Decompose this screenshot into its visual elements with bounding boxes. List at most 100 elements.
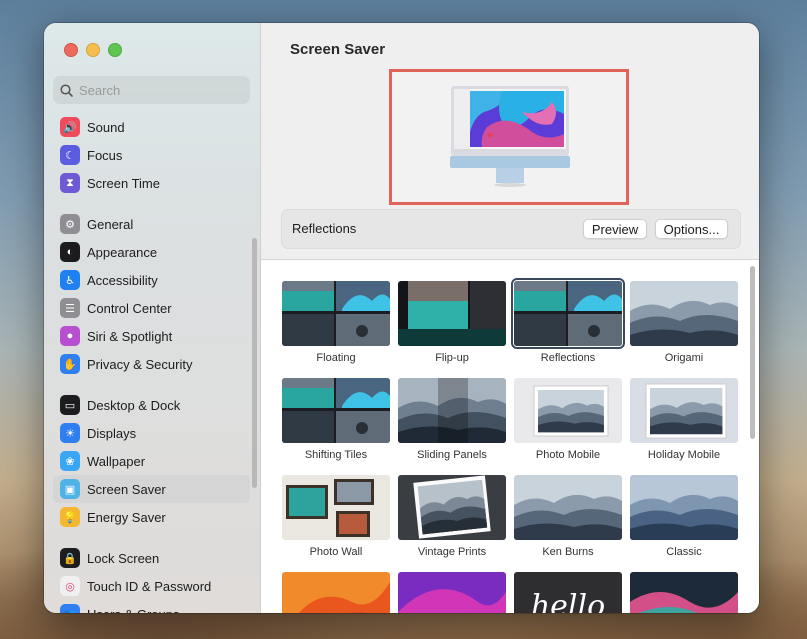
screen-saver-thumbnail-sliding-panels[interactable]	[398, 378, 506, 443]
page-title: Screen Saver	[290, 41, 386, 58]
screen-saver-thumbnail-hello[interactable]: hello	[514, 572, 622, 613]
sidebar-item-wallpaper[interactable]: ❀ Wallpaper	[53, 447, 250, 475]
screen-saver-thumbnail-classic[interactable]	[630, 475, 738, 540]
thumbnail-image	[398, 378, 506, 443]
screen-saver-thumbnail-reflections[interactable]	[511, 278, 625, 349]
screen-saver-thumbnail-photo-mobile[interactable]	[514, 378, 622, 443]
screen-saver-thumbnail-holiday-mobile[interactable]	[630, 378, 738, 443]
sidebar-item-label: Desktop & Dock	[87, 397, 181, 413]
screen-saver-icon: ▣	[60, 479, 80, 499]
screen-saver-label: Photo Wall	[309, 546, 363, 558]
sidebar-item-label: Users & Groups	[87, 607, 179, 614]
screen-saver-label: Origami	[664, 352, 704, 364]
sidebar-item-appearance[interactable]: ◐ Appearance	[53, 238, 250, 266]
thumbnail-image	[514, 281, 622, 346]
sidebar-item-label: Accessibility	[87, 272, 158, 288]
screen-saver-thumbnail-colorful-waves[interactable]	[630, 572, 738, 613]
close-button[interactable]	[64, 43, 78, 57]
sidebar-item-siri-spotlight[interactable]: ● Siri & Spotlight	[53, 322, 250, 350]
main-pane: Screen Saver Reflections Preview Options…	[261, 23, 759, 613]
selected-screen-saver-name: Reflections	[292, 221, 357, 236]
flower-icon: ❀	[60, 451, 80, 471]
sidebar-item-label: Appearance	[87, 244, 158, 260]
sidebar-item-label: Screen Time	[87, 175, 160, 191]
sidebar-group: ⚙ General ◐ Appearance ♿ Accessibility ☰ Contro…	[53, 210, 250, 378]
sidebar-item-general[interactable]: ⚙ General	[53, 210, 250, 238]
sidebar-scrollbar[interactable]	[252, 238, 257, 488]
thumbnail-image	[282, 281, 390, 346]
sidebar-group: 🔒 Lock Screen ◎ Touch ID & Password 👥 Users &…	[53, 544, 250, 613]
search-icon	[53, 83, 79, 97]
screen-saver-thumbnail-monterey[interactable]	[398, 572, 506, 613]
preview-button[interactable]: Preview	[583, 219, 647, 239]
sun-icon: ☀	[60, 423, 80, 443]
screen-saver-thumbnail-ventura[interactable]	[282, 572, 390, 613]
lock-icon: 🔒	[60, 548, 80, 568]
minimize-button[interactable]	[86, 43, 100, 57]
sidebar: 🔊 Sound ☾ Focus ⧗ Screen Time ⚙ General ◐ Appeara…	[44, 23, 261, 613]
svg-text:hello: hello	[531, 589, 605, 613]
screen-saver-thumbnail-photo-wall[interactable]	[282, 475, 390, 540]
sidebar-item-privacy-security[interactable]: ✋ Privacy & Security	[53, 350, 250, 378]
screen-saver-label: Ken Burns	[542, 546, 594, 558]
sidebar-item-desktop-dock[interactable]: ▭ Desktop & Dock	[53, 391, 250, 419]
sidebar-item-label: Focus	[87, 147, 123, 163]
thumbnail-image	[514, 475, 622, 540]
screen-saver-label: Classic	[666, 546, 702, 558]
thumbnail-image	[398, 281, 506, 346]
screen-saver-thumbnail-ken-burns[interactable]	[514, 475, 622, 540]
sidebar-item-lock-screen[interactable]: 🔒 Lock Screen	[53, 544, 250, 572]
sidebar-item-screen-saver[interactable]: ▣ Screen Saver	[53, 475, 250, 503]
thumbnail-image	[398, 475, 506, 540]
hand-icon: ✋	[60, 354, 80, 374]
screen-saver-label: Photo Mobile	[535, 449, 601, 461]
thumbnail-image	[282, 475, 390, 540]
system-settings-window: 🔊 Sound ☾ Focus ⧗ Screen Time ⚙ General ◐ Appeara…	[44, 23, 759, 613]
screen-saver-label: Sliding Panels	[417, 449, 487, 461]
window-controls	[64, 43, 122, 57]
fingerprint-icon: ◎	[60, 576, 80, 596]
options-button[interactable]: Options...	[655, 219, 728, 239]
screen-saver-label: Shifting Tiles	[304, 449, 368, 461]
sidebar-item-displays[interactable]: ☀ Displays	[53, 419, 250, 447]
sidebar-item-users-groups[interactable]: 👥 Users & Groups	[53, 600, 250, 613]
screen-saver-thumbnail-vintage-prints[interactable]	[398, 475, 506, 540]
screen-saver-thumbnail-shifting-tiles[interactable]	[282, 378, 390, 443]
sidebar-item-sound[interactable]: 🔊 Sound	[53, 113, 250, 141]
appearance-icon: ◐	[60, 242, 80, 262]
sidebar-item-label: Sound	[87, 119, 125, 135]
sidebar-item-screen-time[interactable]: ⧗ Screen Time	[53, 169, 250, 197]
sidebar-item-label: Privacy & Security	[87, 356, 193, 372]
sidebar-item-label: General	[87, 216, 134, 232]
sidebar-item-label: Siri & Spotlight	[87, 328, 173, 344]
screen-saver-label: Flip-up	[435, 352, 469, 364]
sidebar-item-energy-saver[interactable]: 💡 Energy Saver	[53, 503, 250, 531]
grid-scrollbar[interactable]	[750, 266, 755, 439]
zoom-button[interactable]	[108, 43, 122, 57]
thumbnail-image	[282, 378, 390, 443]
sidebar-item-control-center[interactable]: ☰ Control Center	[53, 294, 250, 322]
screen-saver-grid: Floating Flip-up Reflections Origami Shi…	[261, 260, 759, 613]
search-input[interactable]	[79, 82, 229, 98]
sidebar-item-label: Wallpaper	[87, 453, 146, 469]
control-center-icon: ☰	[60, 298, 80, 318]
sidebar-item-touch-id-password[interactable]: ◎ Touch ID & Password	[53, 572, 250, 600]
thumbnail-image	[630, 281, 738, 346]
bulb-icon: 💡	[60, 507, 80, 527]
screen-saver-selection-row: Reflections Preview Options...	[281, 209, 741, 249]
screen-saver-thumbnail-flip-up[interactable]	[398, 281, 506, 346]
thumbnail-image	[630, 378, 738, 443]
screen-saver-thumbnail-origami[interactable]	[630, 281, 738, 346]
search-field[interactable]	[53, 76, 250, 104]
hourglass-icon: ⧗	[60, 173, 80, 193]
sidebar-item-focus[interactable]: ☾ Focus	[53, 141, 250, 169]
screen-saver-label: Reflections	[540, 352, 596, 364]
screen-saver-preview	[389, 69, 629, 205]
gear-icon: ⚙	[60, 214, 80, 234]
sidebar-item-accessibility[interactable]: ♿ Accessibility	[53, 266, 250, 294]
dock-icon: ▭	[60, 395, 80, 415]
thumbnail-image	[630, 475, 738, 540]
siri-icon: ●	[60, 326, 80, 346]
thumbnail-image	[282, 572, 390, 613]
screen-saver-thumbnail-floating[interactable]	[282, 281, 390, 346]
